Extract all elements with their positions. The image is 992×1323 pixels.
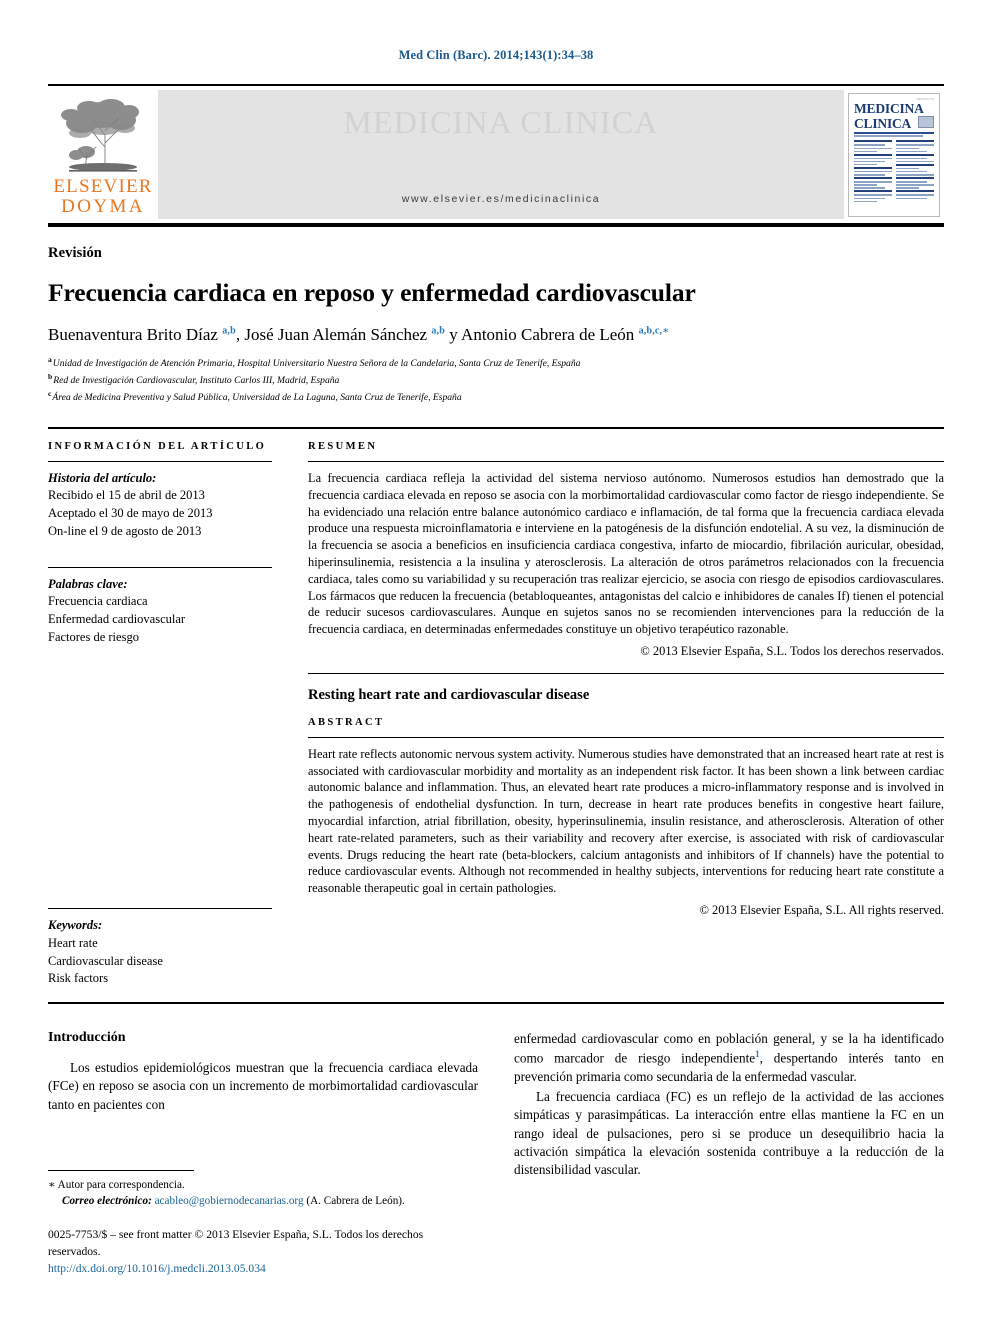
page-title: Frecuencia cardiaca en reposo y enfermed… (48, 278, 696, 307)
elsevier-wordmark: ELSEVIER DOYMA (53, 177, 152, 216)
keyword-en-item: Risk factors (48, 971, 109, 986)
keywords-en-block: Keywords: Heart rate Cardiovascular dise… (48, 908, 272, 988)
divider (48, 460, 272, 462)
journal-masthead: ELSEVIER DOYMA MEDICINA CLINICA www.else… (48, 84, 944, 227)
elsevier-tree-icon (61, 99, 139, 172)
journal-banner: MEDICINA CLINICA www.elsevier.es/medicin… (158, 90, 844, 219)
elsevier-doyma-logo: ELSEVIER DOYMA (48, 86, 158, 223)
keyword-es-item: Factores de riesgo (48, 629, 139, 644)
body-columns: Introducción Los estudios epidemiológico… (48, 1030, 944, 1181)
article-info-abstract-block: INFORMACIÓN DEL ARTÍCULO Historia del ar… (48, 426, 944, 988)
article-page: Med Clin (Barc). 2014;143(1):34–38 ELSEV… (0, 0, 992, 1323)
article-type: Revisión (48, 245, 102, 261)
body-column-left: Introducción Los estudios epidemiológico… (48, 1030, 478, 1181)
abstract-copyright: © 2013 Elsevier España, S.L. All rights … (699, 903, 944, 918)
cover-toc-column-left (854, 140, 892, 203)
affiliation-list: aUnidad de Investigación de Atención Pri… (48, 354, 944, 405)
history-received: Recibido el 15 de abril de 2013 (48, 488, 205, 503)
email-label: Correo electrónico: (62, 1195, 152, 1208)
body-paragraph: La frecuencia cardiaca (FC) es un reflej… (514, 1089, 944, 1178)
affiliation-text: Área de Medicina Preventiva y Salud Públ… (52, 392, 462, 404)
body-paragraph: Los estudios epidemiológicos muestran qu… (48, 1060, 478, 1112)
corresponding-author-note: ∗ Autor para correspondencia. (48, 1178, 478, 1194)
affiliation-text: Red de Investigación Cardiovascular, Ins… (53, 374, 340, 386)
affiliation-item: aUnidad de Investigación de Atención Pri… (48, 354, 944, 371)
affiliation-text: Unidad de Investigación de Atención Prim… (52, 357, 581, 369)
footer-area: ∗ Autor para correspondencia. Correo ele… (48, 1170, 478, 1277)
keyword-es-item: Frecuencia cardiaca (48, 594, 148, 609)
english-abstract-block: Resting heart rate and cardiovascular di… (308, 672, 944, 918)
keyword-en-item: Heart rate (48, 935, 98, 950)
cover-rule (854, 131, 934, 134)
resumen-copyright: © 2013 Elsevier España, S.L. Todos los d… (640, 643, 944, 658)
footnote-divider (48, 1170, 194, 1172)
affiliation-mark: b (48, 371, 53, 381)
cover-badge-icon (918, 115, 934, 128)
divider (48, 566, 272, 568)
divider (308, 736, 944, 738)
cover-toc-column-right (896, 140, 934, 203)
cover-subline (854, 135, 923, 138)
journal-url[interactable]: www.elsevier.es/medicinaclinica (158, 193, 844, 205)
affiliation-mark: a (48, 354, 52, 364)
cover-title-line1: MEDICINA (854, 101, 924, 117)
journal-title-watermark: MEDICINA CLINICA (343, 104, 659, 140)
history-online: On-line el 9 de agosto de 2013 (48, 523, 202, 538)
abstracts-column: RESUMEN La frecuencia cardiaca refleja l… (298, 441, 944, 988)
article-info-sidebar: INFORMACIÓN DEL ARTÍCULO Historia del ar… (48, 441, 298, 988)
corresponding-author-text: Autor para correspondencia. (57, 1179, 185, 1192)
keywords-en-label: Keywords: (48, 918, 103, 933)
affiliation-mark: c (48, 388, 52, 398)
cover-thumb-inner: ISSN 0025-7753 MEDICINA CLINICA (848, 92, 940, 217)
affiliation-item: cÁrea de Medicina Preventiva y Salud Púb… (48, 388, 944, 405)
doi-link[interactable]: http://dx.doi.org/10.1016/j.medcli.2013.… (48, 1261, 478, 1277)
resumen-heading: RESUMEN (308, 440, 378, 452)
email-link[interactable]: acableo@gobiernodecanarias.org (155, 1195, 304, 1207)
running-head-citation: Med Clin (Barc). 2014;143(1):34–38 (398, 48, 594, 62)
divider (48, 908, 272, 910)
abstract-heading: ABSTRACT (308, 716, 385, 728)
elsevier-label: ELSEVIER (53, 176, 153, 198)
asterisk-icon: ∗ (48, 1179, 56, 1192)
body-column-right: enfermedad cardiovascular como en poblac… (514, 1030, 944, 1181)
keyword-es-item: Enfermedad cardiovascular (48, 611, 186, 626)
body-paragraph: enfermedad cardiovascular como en poblac… (514, 1030, 944, 1086)
history-label: Historia del artículo: (48, 470, 157, 485)
history-accepted: Aceptado el 30 de mayo de 2013 (48, 506, 213, 521)
abstract-text: Heart rate reflects autonomic nervous sy… (308, 746, 944, 896)
section-heading-introduccion: Introducción (48, 1030, 126, 1046)
keyword-en-item: Cardiovascular disease (48, 953, 163, 968)
affiliation-item: bRed de Investigación Cardiovascular, In… (48, 371, 944, 388)
article-info-heading: INFORMACIÓN DEL ARTÍCULO (48, 440, 267, 452)
issn-front-matter: 0025-7753/$ – see front matter © 2013 El… (48, 1228, 424, 1259)
email-note: Correo electrónico: acableo@gobiernodeca… (48, 1194, 478, 1210)
email-owner: (A. Cabrera de León). (306, 1195, 405, 1208)
info-block-bottom-rule (48, 1002, 944, 1005)
journal-cover-thumbnail[interactable]: ISSN 0025-7753 MEDICINA CLINICA (844, 86, 944, 223)
doyma-label: DOYMA (61, 195, 145, 217)
resumen-text: La frecuencia cardiaca refleja la activi… (308, 470, 944, 637)
keywords-es-label: Palabras clave: (48, 576, 128, 591)
keywords-es-block: Palabras clave: Frecuencia cardiaca Enfe… (48, 566, 272, 647)
english-title: Resting heart rate and cardiovascular di… (308, 686, 590, 703)
cover-toc-columns (854, 140, 934, 203)
author-list: Buenaventura Brito Díaz a,b, José Juan A… (48, 325, 670, 345)
divider (308, 460, 944, 462)
